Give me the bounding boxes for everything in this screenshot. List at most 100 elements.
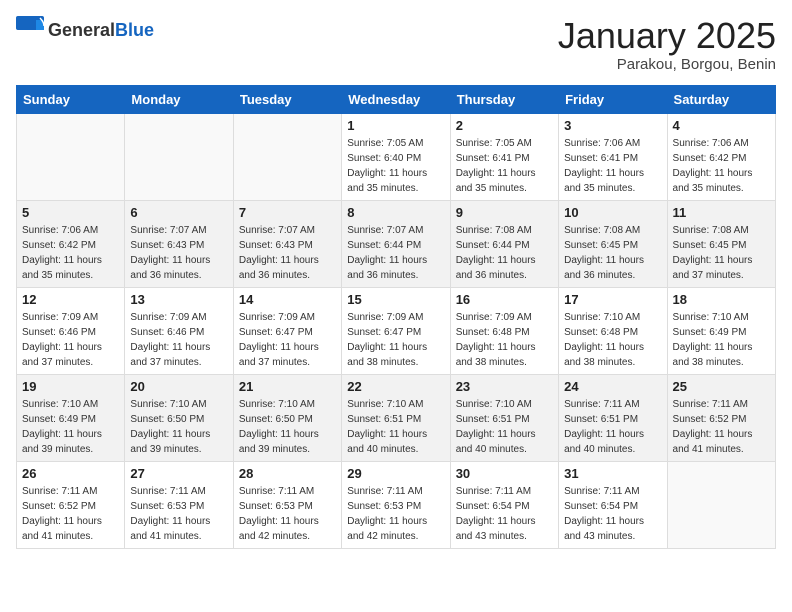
day-info: Sunrise: 7:11 AMSunset: 6:52 PMDaylight:…: [22, 484, 119, 544]
calendar-day-cell: [125, 113, 233, 200]
day-info: Sunrise: 7:07 AMSunset: 6:43 PMDaylight:…: [130, 223, 227, 283]
day-info: Sunrise: 7:08 AMSunset: 6:45 PMDaylight:…: [673, 223, 770, 283]
weekday-header-saturday: Saturday: [667, 85, 775, 113]
day-number: 29: [347, 466, 444, 481]
day-info: Sunrise: 7:10 AMSunset: 6:49 PMDaylight:…: [22, 397, 119, 457]
weekday-header-thursday: Thursday: [450, 85, 558, 113]
day-number: 27: [130, 466, 227, 481]
day-info: Sunrise: 7:09 AMSunset: 6:47 PMDaylight:…: [347, 310, 444, 370]
day-info: Sunrise: 7:09 AMSunset: 6:47 PMDaylight:…: [239, 310, 336, 370]
day-number: 24: [564, 379, 661, 394]
calendar-day-cell: 5Sunrise: 7:06 AMSunset: 6:42 PMDaylight…: [17, 200, 125, 287]
day-info: Sunrise: 7:11 AMSunset: 6:51 PMDaylight:…: [564, 397, 661, 457]
calendar-day-cell: 9 Sunrise: 7:08 AMSunset: 6:44 PMDaylight…: [450, 200, 558, 287]
day-number: 6: [130, 205, 227, 220]
day-number: 3: [564, 118, 661, 133]
day-number: 22: [347, 379, 444, 394]
calendar-day-cell: 20 Sunrise: 7:10 AMSunset: 6:50 PMDayligh…: [125, 374, 233, 461]
calendar-day-cell: 18 Sunrise: 7:10 AMSunset: 6:49 PMDayligh…: [667, 287, 775, 374]
weekday-header-tuesday: Tuesday: [233, 85, 341, 113]
day-info: Sunrise: 7:10 AMSunset: 6:51 PMDaylight:…: [347, 397, 444, 457]
calendar-week-row: 19 Sunrise: 7:10 AMSunset: 6:49 PMDayligh…: [17, 374, 776, 461]
day-number: 13: [130, 292, 227, 307]
logo-general-text: General: [48, 21, 115, 39]
calendar-day-cell: 26 Sunrise: 7:11 AMSunset: 6:52 PMDayligh…: [17, 461, 125, 548]
day-number: 23: [456, 379, 553, 394]
day-info: Sunrise: 7:11 AMSunset: 6:53 PMDaylight:…: [130, 484, 227, 544]
weekday-header-row: SundayMondayTuesdayWednesdayThursdayFrid…: [17, 85, 776, 113]
day-number: 25: [673, 379, 770, 394]
calendar-day-cell: 4Sunrise: 7:06 AMSunset: 6:42 PMDaylight…: [667, 113, 775, 200]
day-number: 17: [564, 292, 661, 307]
day-info: Sunrise: 7:07 AMSunset: 6:43 PMDaylight:…: [239, 223, 336, 283]
calendar-day-cell: 30Sunrise: 7:11 AMSunset: 6:54 PMDayligh…: [450, 461, 558, 548]
calendar-day-cell: 8 Sunrise: 7:07 AMSunset: 6:44 PMDaylight…: [342, 200, 450, 287]
calendar-day-cell: 12 Sunrise: 7:09 AMSunset: 6:46 PMDayligh…: [17, 287, 125, 374]
calendar-day-cell: 28Sunrise: 7:11 AMSunset: 6:53 PMDayligh…: [233, 461, 341, 548]
calendar-day-cell: 29Sunrise: 7:11 AMSunset: 6:53 PMDayligh…: [342, 461, 450, 548]
weekday-header-wednesday: Wednesday: [342, 85, 450, 113]
day-info: Sunrise: 7:09 AMSunset: 6:46 PMDaylight:…: [130, 310, 227, 370]
day-number: 16: [456, 292, 553, 307]
logo-icon: [16, 16, 44, 44]
calendar-day-cell: 25 Sunrise: 7:11 AMSunset: 6:52 PMDayligh…: [667, 374, 775, 461]
day-number: 8: [347, 205, 444, 220]
day-info: Sunrise: 7:10 AMSunset: 6:51 PMDaylight:…: [456, 397, 553, 457]
location: Parakou, Borgou, Benin: [558, 56, 776, 73]
day-number: 12: [22, 292, 119, 307]
logo-blue-text: Blue: [115, 21, 154, 39]
calendar-day-cell: 27 Sunrise: 7:11 AMSunset: 6:53 PMDayligh…: [125, 461, 233, 548]
calendar-day-cell: [667, 461, 775, 548]
day-info: Sunrise: 7:11 AMSunset: 6:54 PMDaylight:…: [564, 484, 661, 544]
calendar-day-cell: 3 Sunrise: 7:06 AMSunset: 6:41 PMDaylight…: [559, 113, 667, 200]
day-number: 11: [673, 205, 770, 220]
calendar-day-cell: 10Sunrise: 7:08 AMSunset: 6:45 PMDayligh…: [559, 200, 667, 287]
day-number: 21: [239, 379, 336, 394]
day-number: 9: [456, 205, 553, 220]
day-info: Sunrise: 7:09 AMSunset: 6:48 PMDaylight:…: [456, 310, 553, 370]
calendar-week-row: 12 Sunrise: 7:09 AMSunset: 6:46 PMDayligh…: [17, 287, 776, 374]
day-number: 26: [22, 466, 119, 481]
weekday-header-sunday: Sunday: [17, 85, 125, 113]
day-info: Sunrise: 7:11 AMSunset: 6:52 PMDaylight:…: [673, 397, 770, 457]
calendar-day-cell: 11 Sunrise: 7:08 AMSunset: 6:45 PMDayligh…: [667, 200, 775, 287]
day-info: Sunrise: 7:06 AMSunset: 6:41 PMDaylight:…: [564, 136, 661, 196]
calendar-week-row: 5Sunrise: 7:06 AMSunset: 6:42 PMDaylight…: [17, 200, 776, 287]
weekday-header-monday: Monday: [125, 85, 233, 113]
title-block: January 2025 Parakou, Borgou, Benin: [558, 16, 776, 73]
calendar-day-cell: 16 Sunrise: 7:09 AMSunset: 6:48 PMDayligh…: [450, 287, 558, 374]
day-number: 18: [673, 292, 770, 307]
calendar-day-cell: 14 Sunrise: 7:09 AMSunset: 6:47 PMDayligh…: [233, 287, 341, 374]
day-number: 19: [22, 379, 119, 394]
month-title: January 2025: [558, 16, 776, 56]
day-number: 7: [239, 205, 336, 220]
day-number: 31: [564, 466, 661, 481]
day-info: Sunrise: 7:08 AMSunset: 6:44 PMDaylight:…: [456, 223, 553, 283]
calendar-day-cell: 23 Sunrise: 7:10 AMSunset: 6:51 PMDayligh…: [450, 374, 558, 461]
calendar-day-cell: 7 Sunrise: 7:07 AMSunset: 6:43 PMDaylight…: [233, 200, 341, 287]
calendar-day-cell: 31 Sunrise: 7:11 AMSunset: 6:54 PMDayligh…: [559, 461, 667, 548]
calendar-day-cell: 6 Sunrise: 7:07 AMSunset: 6:43 PMDaylight…: [125, 200, 233, 287]
calendar-week-row: 26 Sunrise: 7:11 AMSunset: 6:52 PMDayligh…: [17, 461, 776, 548]
day-number: 2: [456, 118, 553, 133]
day-info: Sunrise: 7:10 AMSunset: 6:49 PMDaylight:…: [673, 310, 770, 370]
calendar-day-cell: 22 Sunrise: 7:10 AMSunset: 6:51 PMDayligh…: [342, 374, 450, 461]
day-number: 15: [347, 292, 444, 307]
logo: General Blue: [16, 16, 154, 44]
calendar-day-cell: 21 Sunrise: 7:10 AMSunset: 6:50 PMDayligh…: [233, 374, 341, 461]
day-number: 20: [130, 379, 227, 394]
calendar-day-cell: [233, 113, 341, 200]
day-info: Sunrise: 7:10 AMSunset: 6:48 PMDaylight:…: [564, 310, 661, 370]
day-info: Sunrise: 7:06 AMSunset: 6:42 PMDaylight:…: [22, 223, 119, 283]
day-info: Sunrise: 7:07 AMSunset: 6:44 PMDaylight:…: [347, 223, 444, 283]
calendar-day-cell: 19 Sunrise: 7:10 AMSunset: 6:49 PMDayligh…: [17, 374, 125, 461]
calendar-day-cell: 2 Sunrise: 7:05 AMSunset: 6:41 PMDaylight…: [450, 113, 558, 200]
day-info: Sunrise: 7:05 AMSunset: 6:41 PMDaylight:…: [456, 136, 553, 196]
day-info: Sunrise: 7:09 AMSunset: 6:46 PMDaylight:…: [22, 310, 119, 370]
calendar-day-cell: 17 Sunrise: 7:10 AMSunset: 6:48 PMDayligh…: [559, 287, 667, 374]
day-info: Sunrise: 7:10 AMSunset: 6:50 PMDaylight:…: [239, 397, 336, 457]
calendar-day-cell: 15 Sunrise: 7:09 AMSunset: 6:47 PMDayligh…: [342, 287, 450, 374]
day-number: 14: [239, 292, 336, 307]
day-number: 28: [239, 466, 336, 481]
day-info: Sunrise: 7:10 AMSunset: 6:50 PMDaylight:…: [130, 397, 227, 457]
